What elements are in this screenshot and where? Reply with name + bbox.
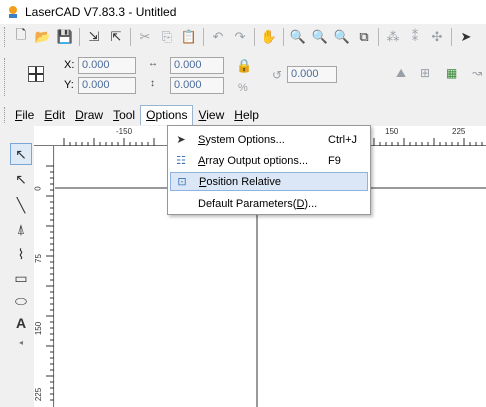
pointer-icon[interactable]: ↖ <box>10 143 32 165</box>
mirror-icon[interactable]: ⛰ <box>396 66 406 81</box>
ruler-label: 150 <box>385 127 399 136</box>
menu-item-label: System Options... <box>198 133 285 146</box>
menu-draw[interactable]: Draw <box>70 105 108 125</box>
ruler-label: 225 <box>34 387 44 402</box>
menu-bar: File Edit Draw Tool Options View Help <box>0 105 486 125</box>
menu-grip[interactable] <box>4 107 7 123</box>
curve-icon[interactable]: ↝ <box>472 66 482 80</box>
window-title: LaserCAD V7.83.3 - Untitled <box>25 5 177 19</box>
toolbar-separator <box>79 28 80 46</box>
menu-view[interactable]: View <box>193 105 229 125</box>
menu-item-label: Array Output options... <box>198 154 309 167</box>
ruler-label: 150 <box>34 321 44 336</box>
import-icon[interactable]: ⇲ <box>83 26 105 48</box>
zoom-out-icon[interactable]: 🔍 <box>309 26 331 48</box>
ruler-label: 75 <box>33 254 43 263</box>
menu-shortcut: Ctrl+J <box>328 133 358 146</box>
zoom-in-icon[interactable]: 🔍 <box>287 26 309 48</box>
zoom-page-icon[interactable]: ⧉ <box>353 26 375 48</box>
polyline-tool-icon[interactable]: ⌇ <box>10 243 32 265</box>
drawing-toolbar: ↖ ↖ ╲ ⍋ ⌇ ▭ ⬭ A ◂ <box>10 140 34 407</box>
percent-label: % <box>238 82 248 94</box>
lock-ratio-icon[interactable]: 🔒 <box>236 58 252 74</box>
toolbar-separator <box>451 28 452 46</box>
rectangle-tool-icon[interactable]: ▭ <box>10 267 32 289</box>
menu-array-output-options[interactable]: ☷ Array Output options... F9 <box>170 151 368 170</box>
options-dropdown: ➤ System Options... Ctrl+J ☷ Array Outpu… <box>167 125 371 215</box>
array-output-icon: ☷ <box>176 155 186 167</box>
toolbar-separator <box>254 28 255 46</box>
align-icon[interactable]: ⊞ <box>420 66 430 80</box>
paste-icon[interactable]: 📋 <box>178 26 200 48</box>
system-options-icon: ➤ <box>176 134 186 146</box>
toolbar-separator <box>283 28 284 46</box>
height-icon: ↕ <box>150 78 155 89</box>
ellipse-tool-icon[interactable]: ⬭ <box>10 290 32 312</box>
redo-icon[interactable]: ↷ <box>229 26 251 48</box>
menu-options[interactable]: Options <box>140 105 194 125</box>
copy-icon[interactable]: ⎘ <box>156 26 178 48</box>
toolbar-grip[interactable] <box>4 27 7 47</box>
ruler-label: 0 <box>33 186 43 191</box>
main-toolbar: 🗋 📂 💾 ⇲ ⇱ ✂ ⎘ 📋 ↶ ↷ ✋ 🔍 🔍 🔍 ⧉ ⁂ ⁑ ✣ ➤ <box>0 24 486 50</box>
menu-item-label: Default Parameters(D)... <box>198 197 318 210</box>
new-file-icon[interactable]: 🗋 <box>10 26 32 48</box>
rotate-icon: ↺ <box>272 68 283 82</box>
width-icon: ↔ <box>148 58 158 69</box>
menu-help[interactable]: Help <box>229 105 264 125</box>
rotate-field[interactable]: 0.000 <box>287 66 337 83</box>
menu-shortcut: F9 <box>328 154 341 167</box>
open-folder-icon[interactable]: 📂 <box>32 26 54 48</box>
toolbar-separator <box>378 28 379 46</box>
position-anchor-icon[interactable] <box>28 66 44 82</box>
combine-icon[interactable]: ✣ <box>426 26 448 48</box>
menu-system-options[interactable]: ➤ System Options... Ctrl+J <box>170 130 368 149</box>
cut-icon[interactable]: ✂ <box>134 26 156 48</box>
ruler-label: 225 <box>452 127 466 136</box>
save-icon[interactable]: 💾 <box>54 26 76 48</box>
zoom-fit-icon[interactable]: 🔍 <box>331 26 353 48</box>
export-icon[interactable]: ⇱ <box>105 26 127 48</box>
toolbar-separator <box>203 28 204 46</box>
pan-hand-icon[interactable]: ✋ <box>258 26 280 48</box>
group-icon[interactable]: ⁂ <box>382 26 404 48</box>
height-field[interactable]: 0.000 <box>170 77 224 94</box>
toolbar-separator <box>130 28 131 46</box>
array-icon[interactable]: ▦ <box>446 66 457 80</box>
ruler-ticks <box>46 165 54 401</box>
pen-tool-icon[interactable]: ⍋ <box>10 218 32 240</box>
x-field[interactable]: 0.000 <box>78 57 136 74</box>
menu-tool[interactable]: Tool <box>108 105 140 125</box>
width-field[interactable]: 0.000 <box>170 57 224 74</box>
node-edit-icon[interactable]: ➤ <box>455 26 477 48</box>
menu-item-label: Position Relative <box>199 175 281 188</box>
laser-app-icon <box>9 6 17 18</box>
y-field[interactable]: 0.000 <box>78 77 136 94</box>
line-tool-icon[interactable]: ╲ <box>10 194 32 216</box>
more-tools-icon[interactable]: ◂ <box>10 331 32 353</box>
menu-file[interactable]: File <box>10 105 39 125</box>
ruler-label: -150 <box>116 127 133 136</box>
menu-edit[interactable]: Edit <box>39 105 70 125</box>
menu-position-relative[interactable]: ⊡ Position Relative <box>170 172 368 191</box>
vertical-ruler: 0 75 150 225 <box>34 146 54 407</box>
toolbar-grip[interactable] <box>4 58 7 96</box>
ungroup-icon[interactable]: ⁑ <box>404 26 426 48</box>
node-select-icon[interactable]: ↖ <box>10 168 32 190</box>
undo-icon[interactable]: ↶ <box>207 26 229 48</box>
position-relative-icon: ⊡ <box>177 176 187 188</box>
menu-default-parameters[interactable]: Default Parameters(D)... <box>170 194 368 213</box>
y-label: Y: <box>64 79 74 91</box>
title-bar: LaserCAD V7.83.3 - Untitled <box>0 0 486 24</box>
x-label: X: <box>64 59 75 71</box>
